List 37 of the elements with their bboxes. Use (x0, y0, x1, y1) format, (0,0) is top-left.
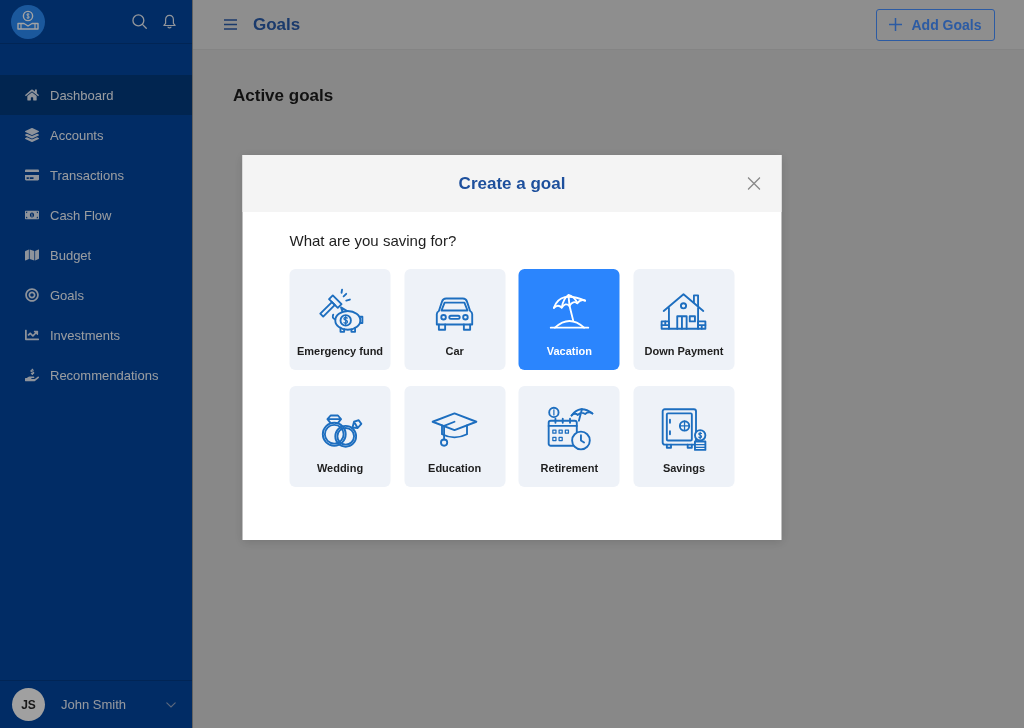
goal-option[interactable]: Down Payment (633, 269, 735, 370)
nav-item[interactable]: Accounts (0, 115, 192, 155)
bell-icon[interactable] (163, 14, 176, 29)
banknote-icon (25, 208, 39, 222)
plus-icon (889, 18, 903, 31)
nav-item[interactable]: Investments (0, 315, 192, 355)
home-icon (25, 88, 39, 102)
goal-option[interactable]: Emergency fund (289, 269, 391, 370)
page-title: Goals (253, 14, 301, 35)
user-name: John Smith (61, 697, 128, 712)
chart-line-icon (25, 328, 39, 342)
target-icon (25, 288, 39, 302)
layers-icon (25, 128, 39, 142)
user-avatar: JS (12, 688, 45, 721)
nav-item[interactable]: Goals (0, 275, 192, 315)
question-text: What are you saving for? (289, 232, 458, 250)
goal-option[interactable]: Vacation (518, 269, 620, 370)
goal-option[interactable]: Car (404, 269, 506, 370)
menu-icon[interactable] (224, 19, 237, 30)
goal-option[interactable]: Retirement (518, 386, 620, 487)
nav-item[interactable]: Transactions (0, 155, 192, 195)
nav-item[interactable]: Budget (0, 235, 192, 275)
dialog-title: Create a goal (458, 173, 566, 194)
nav-item[interactable]: Dashboard (0, 75, 192, 115)
logo-icon (11, 4, 45, 39)
goal-option[interactable]: Savings (633, 386, 735, 487)
goal-option[interactable]: Wedding (289, 386, 391, 487)
goal-option[interactable]: Education (404, 386, 506, 487)
search-icon[interactable] (132, 14, 147, 29)
nav-item[interactable]: Cash Flow (0, 195, 192, 235)
hand-holding-dollar-icon (25, 368, 39, 382)
nav-item[interactable]: Recommendations (0, 355, 192, 395)
chevron-down-icon[interactable] (166, 701, 176, 708)
close-icon[interactable] (747, 177, 761, 190)
section-title: Active goals (233, 86, 335, 106)
credit-card-icon (25, 168, 39, 182)
map-icon (25, 248, 39, 262)
